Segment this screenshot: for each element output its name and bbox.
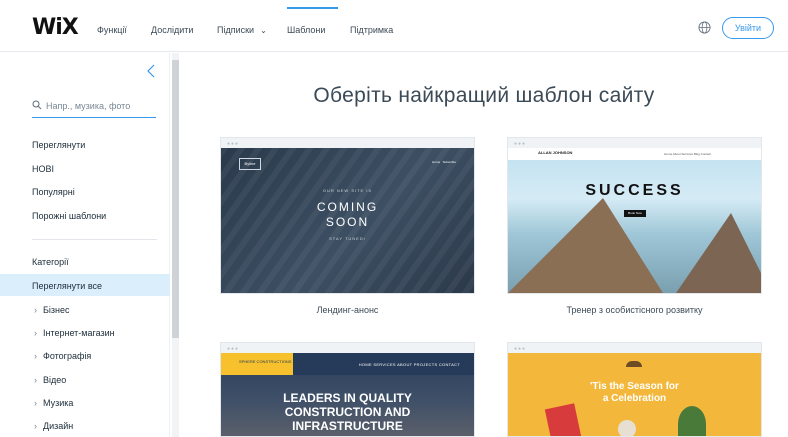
window-dots-icon: ●●● [227, 141, 240, 147]
thumbnail-nav: HOME SERVICES ABOUT PROJECTS CONTACT [358, 362, 460, 367]
category-business[interactable]: › Бізнес [34, 305, 70, 315]
template-card[interactable]: ●●● Byline Home Subscribe OUR NEW SITE I… [220, 137, 475, 294]
thumbnail-headline-1: COMING [316, 200, 379, 214]
category-video[interactable]: › Відео [34, 375, 66, 385]
sidebar-divider [32, 239, 157, 240]
nav-templates[interactable]: Шаблони [287, 25, 325, 35]
template-thumbnail[interactable]: 'Tis the Season for a Celebration [508, 353, 761, 436]
reindeer-icon [626, 361, 642, 367]
category-label: Інтернет-магазин [43, 328, 115, 338]
category-online-store[interactable]: › Інтернет-магазин [34, 328, 115, 338]
nav-plans-label: Підписки [217, 25, 255, 35]
template-name[interactable]: Тренер з особистісного розвитку [507, 305, 762, 315]
nav-functions[interactable]: Функції [97, 25, 127, 35]
nav-support[interactable]: Підтримка [350, 25, 393, 35]
window-dots-icon: ●●● [514, 346, 527, 352]
chevron-right-icon: › [34, 351, 37, 361]
thumbnail-brand: SPHERE CONSTRUCTIONS [221, 353, 293, 375]
active-nav-indicator [287, 7, 338, 9]
chevron-right-icon: › [34, 375, 37, 385]
top-header: WiX Функції Дослідити Підписки ⌄ Шаблони … [0, 0, 788, 52]
thumbnail-nav: Home Subscribe [432, 160, 456, 164]
sidebar-scroll-thumb[interactable] [172, 60, 179, 338]
template-card[interactable]: ●●● 'Tis the Season for a Celebration [507, 342, 762, 437]
category-photography[interactable]: › Фотографія [34, 351, 91, 361]
thumbnail-cta: Book Now [624, 210, 646, 217]
window-dots-icon: ●●● [227, 346, 240, 352]
template-thumbnail[interactable]: ALLAN JOHNSON Home About Services Blog C… [508, 148, 761, 293]
thumbnail-nav: Home About Services Blog Contact [664, 152, 711, 156]
nav-plans[interactable]: Підписки ⌄ [217, 25, 267, 35]
thumbnail-logo: Byline [239, 158, 261, 170]
login-button[interactable]: Увійти [722, 17, 774, 39]
tree-decoration [678, 406, 706, 436]
gift-decoration [544, 403, 582, 436]
wix-logo[interactable]: WiX [32, 15, 79, 40]
thumbnail-headline-2: a Celebration [602, 393, 667, 404]
card-browser-bar: ●●● [221, 343, 474, 353]
template-thumbnail[interactable]: SPHERE CONSTRUCTIONS HOME SERVICES ABOUT… [221, 353, 474, 436]
thumbnail-tagline: STAY TUNED! [329, 236, 366, 241]
thumbnail-kicker: OUR NEW SITE IS [322, 188, 373, 193]
template-card[interactable]: ●●● SPHERE CONSTRUCTIONS HOME SERVICES A… [220, 342, 475, 437]
card-browser-bar: ●●● [508, 343, 761, 353]
card-browser-bar: ●●● [221, 138, 474, 148]
category-label: Дизайн [43, 421, 74, 431]
category-design[interactable]: › Дизайн [34, 421, 73, 431]
category-label: Фотографія [43, 351, 92, 361]
chevron-right-icon: › [34, 398, 37, 408]
chevron-right-icon: › [34, 328, 37, 338]
thumbnail-headline-3: INFRASTRUCTURE [292, 419, 403, 433]
sidebar-item-blank[interactable]: Порожні шаблони [32, 211, 106, 221]
thumbnail-headline: 'Tis the Season for a Celebration [508, 381, 761, 405]
template-search[interactable] [32, 96, 156, 118]
template-card[interactable]: ●●● ALLAN JOHNSON Home About Services Bl… [507, 137, 762, 294]
sidebar-item-popular[interactable]: Популярні [32, 187, 75, 197]
chevron-right-icon: › [34, 421, 37, 431]
search-input[interactable] [46, 96, 156, 116]
category-label: Відео [43, 375, 67, 385]
template-thumbnail[interactable]: Byline Home Subscribe OUR NEW SITE IS CO… [221, 148, 474, 293]
ornament-decoration [618, 420, 636, 436]
thumbnail-headline: LEADERS IN QUALITY CONSTRUCTION AND INFR… [221, 391, 474, 433]
thumbnail-headline: SUCCESS [585, 182, 684, 199]
globe-icon[interactable] [698, 21, 711, 34]
thumbnail-brand: ALLAN JOHNSON [538, 150, 573, 155]
sidebar-item-view-all[interactable]: Переглянути все [32, 281, 102, 291]
categories-heading: Категорії [32, 257, 69, 267]
page-title: Оберіть найкращий шаблон сайту [313, 84, 655, 107]
chevron-right-icon: › [34, 305, 37, 315]
window-dots-icon: ●●● [514, 141, 527, 147]
sidebar-item-new[interactable]: НОВІ [32, 164, 54, 174]
thumbnail-headline-1: 'Tis the Season for [590, 381, 679, 392]
category-label: Музика [43, 398, 74, 408]
search-icon [32, 100, 42, 110]
thumbnail-headline-1: LEADERS IN QUALITY [283, 391, 412, 405]
chevron-left-icon[interactable] [146, 64, 156, 78]
nav-explore[interactable]: Дослідити [151, 25, 193, 35]
category-music[interactable]: › Музика [34, 398, 73, 408]
mountain-shape [676, 213, 761, 293]
sidebar-item-browse[interactable]: Переглянути [32, 140, 85, 150]
thumbnail-headline-2: SOON [325, 215, 370, 229]
thumbnail-headline-2: CONSTRUCTION AND [284, 405, 411, 419]
card-browser-bar: ●●● [508, 138, 761, 148]
chevron-down-icon: ⌄ [260, 26, 267, 35]
template-name[interactable]: Лендинг-анонс [220, 305, 475, 315]
category-label: Бізнес [43, 305, 70, 315]
